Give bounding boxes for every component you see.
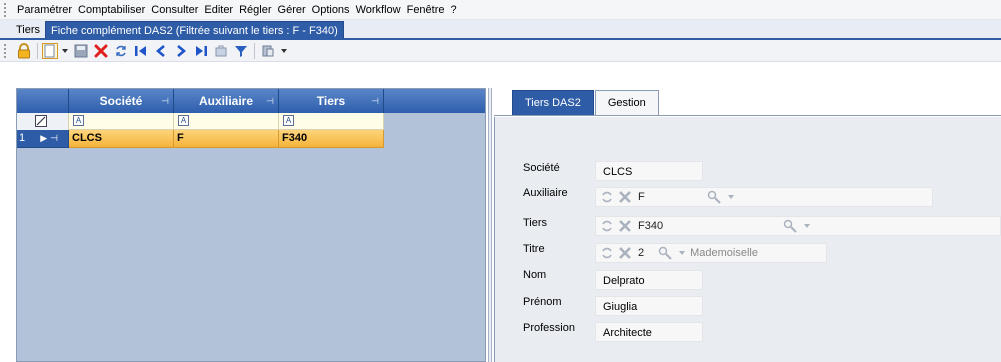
save-icon[interactable] (73, 43, 89, 59)
pin-icon: ⊣ (50, 133, 59, 143)
search-icon[interactable] (658, 246, 672, 260)
cell-auxiliaire[interactable]: F (174, 130, 279, 148)
menu-grip[interactable] (4, 2, 10, 17)
chevron-down-icon[interactable] (727, 194, 735, 200)
next-record-icon[interactable] (173, 43, 189, 59)
menu-regler[interactable]: Régler (236, 0, 274, 20)
tab-tiers[interactable]: Tiers (14, 21, 45, 39)
toolbar-separator (254, 42, 255, 59)
filter-operator-icon[interactable]: A (283, 115, 294, 126)
search-icon[interactable] (783, 219, 797, 233)
tab-tiers-das2[interactable]: Tiers DAS2 (512, 90, 594, 115)
search-icon[interactable] (707, 190, 721, 204)
current-row-arrow-icon: ▶ (40, 133, 48, 143)
form-body: Société CLCS Auxiliaire F Tiers F340 Tit… (494, 117, 1001, 362)
refresh-icon[interactable] (113, 43, 129, 59)
new-dropdown-icon[interactable] (61, 43, 69, 59)
previous-record-icon[interactable] (153, 43, 169, 59)
field-societe[interactable]: CLCS (595, 161, 703, 181)
toolbar-grip[interactable] (4, 43, 10, 58)
field-nom[interactable]: Delprato (595, 270, 703, 290)
clear-icon[interactable] (618, 190, 632, 204)
first-record-icon[interactable] (133, 43, 149, 59)
filter-row-header[interactable] (17, 113, 69, 130)
grid-header-filler (384, 89, 485, 113)
menu-workflow[interactable]: Workflow (353, 0, 404, 20)
auxiliaire-value: F (638, 191, 645, 203)
field-profession[interactable]: Architecte (595, 322, 703, 342)
pin-icon[interactable]: ⊣ (371, 89, 379, 113)
label-auxiliaire: Auxiliaire (523, 187, 568, 199)
filter-filler (384, 113, 485, 130)
menu-fenetre[interactable]: Fenêtre (404, 0, 448, 20)
filter-icon[interactable] (233, 43, 249, 59)
column-header-societe[interactable]: Société ⊣ (69, 89, 174, 113)
label-prenom: Prénom (523, 296, 562, 308)
menu-options[interactable]: Options (309, 0, 353, 20)
records-grid: Société ⊣ Auxiliaire ⊣ Tiers ⊣ A A A 1 ▶… (16, 88, 486, 362)
filter-cell-tiers[interactable]: A (279, 113, 384, 130)
label-societe: Société (523, 162, 560, 174)
refresh-icon[interactable] (600, 219, 614, 233)
grid-header: Société ⊣ Auxiliaire ⊣ Tiers ⊣ (17, 89, 485, 113)
label-profession: Profession (523, 322, 575, 334)
menu-gerer[interactable]: Gérer (275, 0, 309, 20)
field-titre[interactable]: 2 Mademoiselle (595, 243, 827, 263)
row-filler (384, 130, 485, 148)
filter-cell-societe[interactable]: A (69, 113, 174, 130)
detail-panel: Tiers DAS2 Gestion Société CLCS Auxiliai… (494, 88, 1001, 362)
menu-bar: Paramétrer Comptabiliser Consulter Edite… (0, 0, 1001, 20)
chevron-down-icon[interactable] (803, 223, 811, 229)
pin-icon[interactable]: ⊣ (161, 89, 169, 113)
titre-value: 2 (638, 247, 645, 259)
filter-clear-icon[interactable] (35, 115, 47, 127)
last-record-icon[interactable] (193, 43, 209, 59)
form-tabs: Tiers DAS2 Gestion (494, 88, 1001, 116)
toolbar (0, 40, 1001, 62)
tiers-value: F340 (638, 220, 664, 232)
column-header-tiers[interactable]: Tiers ⊣ (279, 89, 384, 113)
grid-corner (17, 89, 69, 113)
menu-consulter[interactable]: Consulter (148, 0, 201, 20)
tab-fiche-complement-das2[interactable]: Fiche complément DAS2 (Filtrée suivant l… (45, 21, 344, 39)
label-tiers: Tiers (523, 217, 548, 229)
pin-icon[interactable]: ⊣ (266, 89, 274, 113)
clear-icon[interactable] (618, 246, 632, 260)
column-header-auxiliaire[interactable]: Auxiliaire ⊣ (174, 89, 279, 113)
cell-societe[interactable]: CLCS (69, 130, 174, 148)
delete-icon[interactable] (93, 43, 109, 59)
table-row[interactable]: 1 ▶ ⊣ CLCS F F340 (17, 130, 485, 148)
menu-comptabiliser[interactable]: Comptabiliser (75, 0, 148, 20)
menu-editer[interactable]: Editer (201, 0, 236, 20)
lock-icon[interactable] (16, 42, 32, 59)
document-tabs: Tiers Fiche complément DAS2 (Filtrée sui… (0, 20, 1001, 39)
panel-splitter[interactable] (488, 88, 492, 362)
titre-description: Mademoiselle (690, 247, 758, 259)
field-tiers[interactable]: F340 (595, 216, 1001, 236)
cell-tiers[interactable]: F340 (279, 130, 384, 148)
new-record-icon[interactable] (42, 42, 58, 59)
chevron-down-icon[interactable] (678, 250, 686, 256)
filter-cell-auxiliaire[interactable]: A (174, 113, 279, 130)
filter-row: A A A (17, 113, 485, 130)
refresh-icon[interactable] (600, 246, 614, 260)
menu-parametrer[interactable]: Paramétrer (14, 0, 75, 20)
label-nom: Nom (523, 269, 547, 281)
label-titre: Titre (523, 243, 545, 255)
row-header[interactable]: 1 ▶ ⊣ (17, 130, 69, 148)
tools-dropdown-icon[interactable] (280, 43, 288, 59)
clear-icon[interactable] (618, 219, 632, 233)
field-prenom[interactable]: Giuglia (595, 296, 703, 316)
tools-icon[interactable] (260, 43, 276, 59)
menu-help[interactable]: ? (448, 0, 460, 20)
field-auxiliaire[interactable]: F (595, 187, 933, 207)
refresh-icon[interactable] (600, 190, 614, 204)
tab-gestion[interactable]: Gestion (594, 90, 659, 115)
filter-operator-icon[interactable]: A (73, 115, 84, 126)
export-icon[interactable] (213, 43, 229, 59)
toolbar-separator (37, 42, 38, 59)
filter-operator-icon[interactable]: A (178, 115, 189, 126)
